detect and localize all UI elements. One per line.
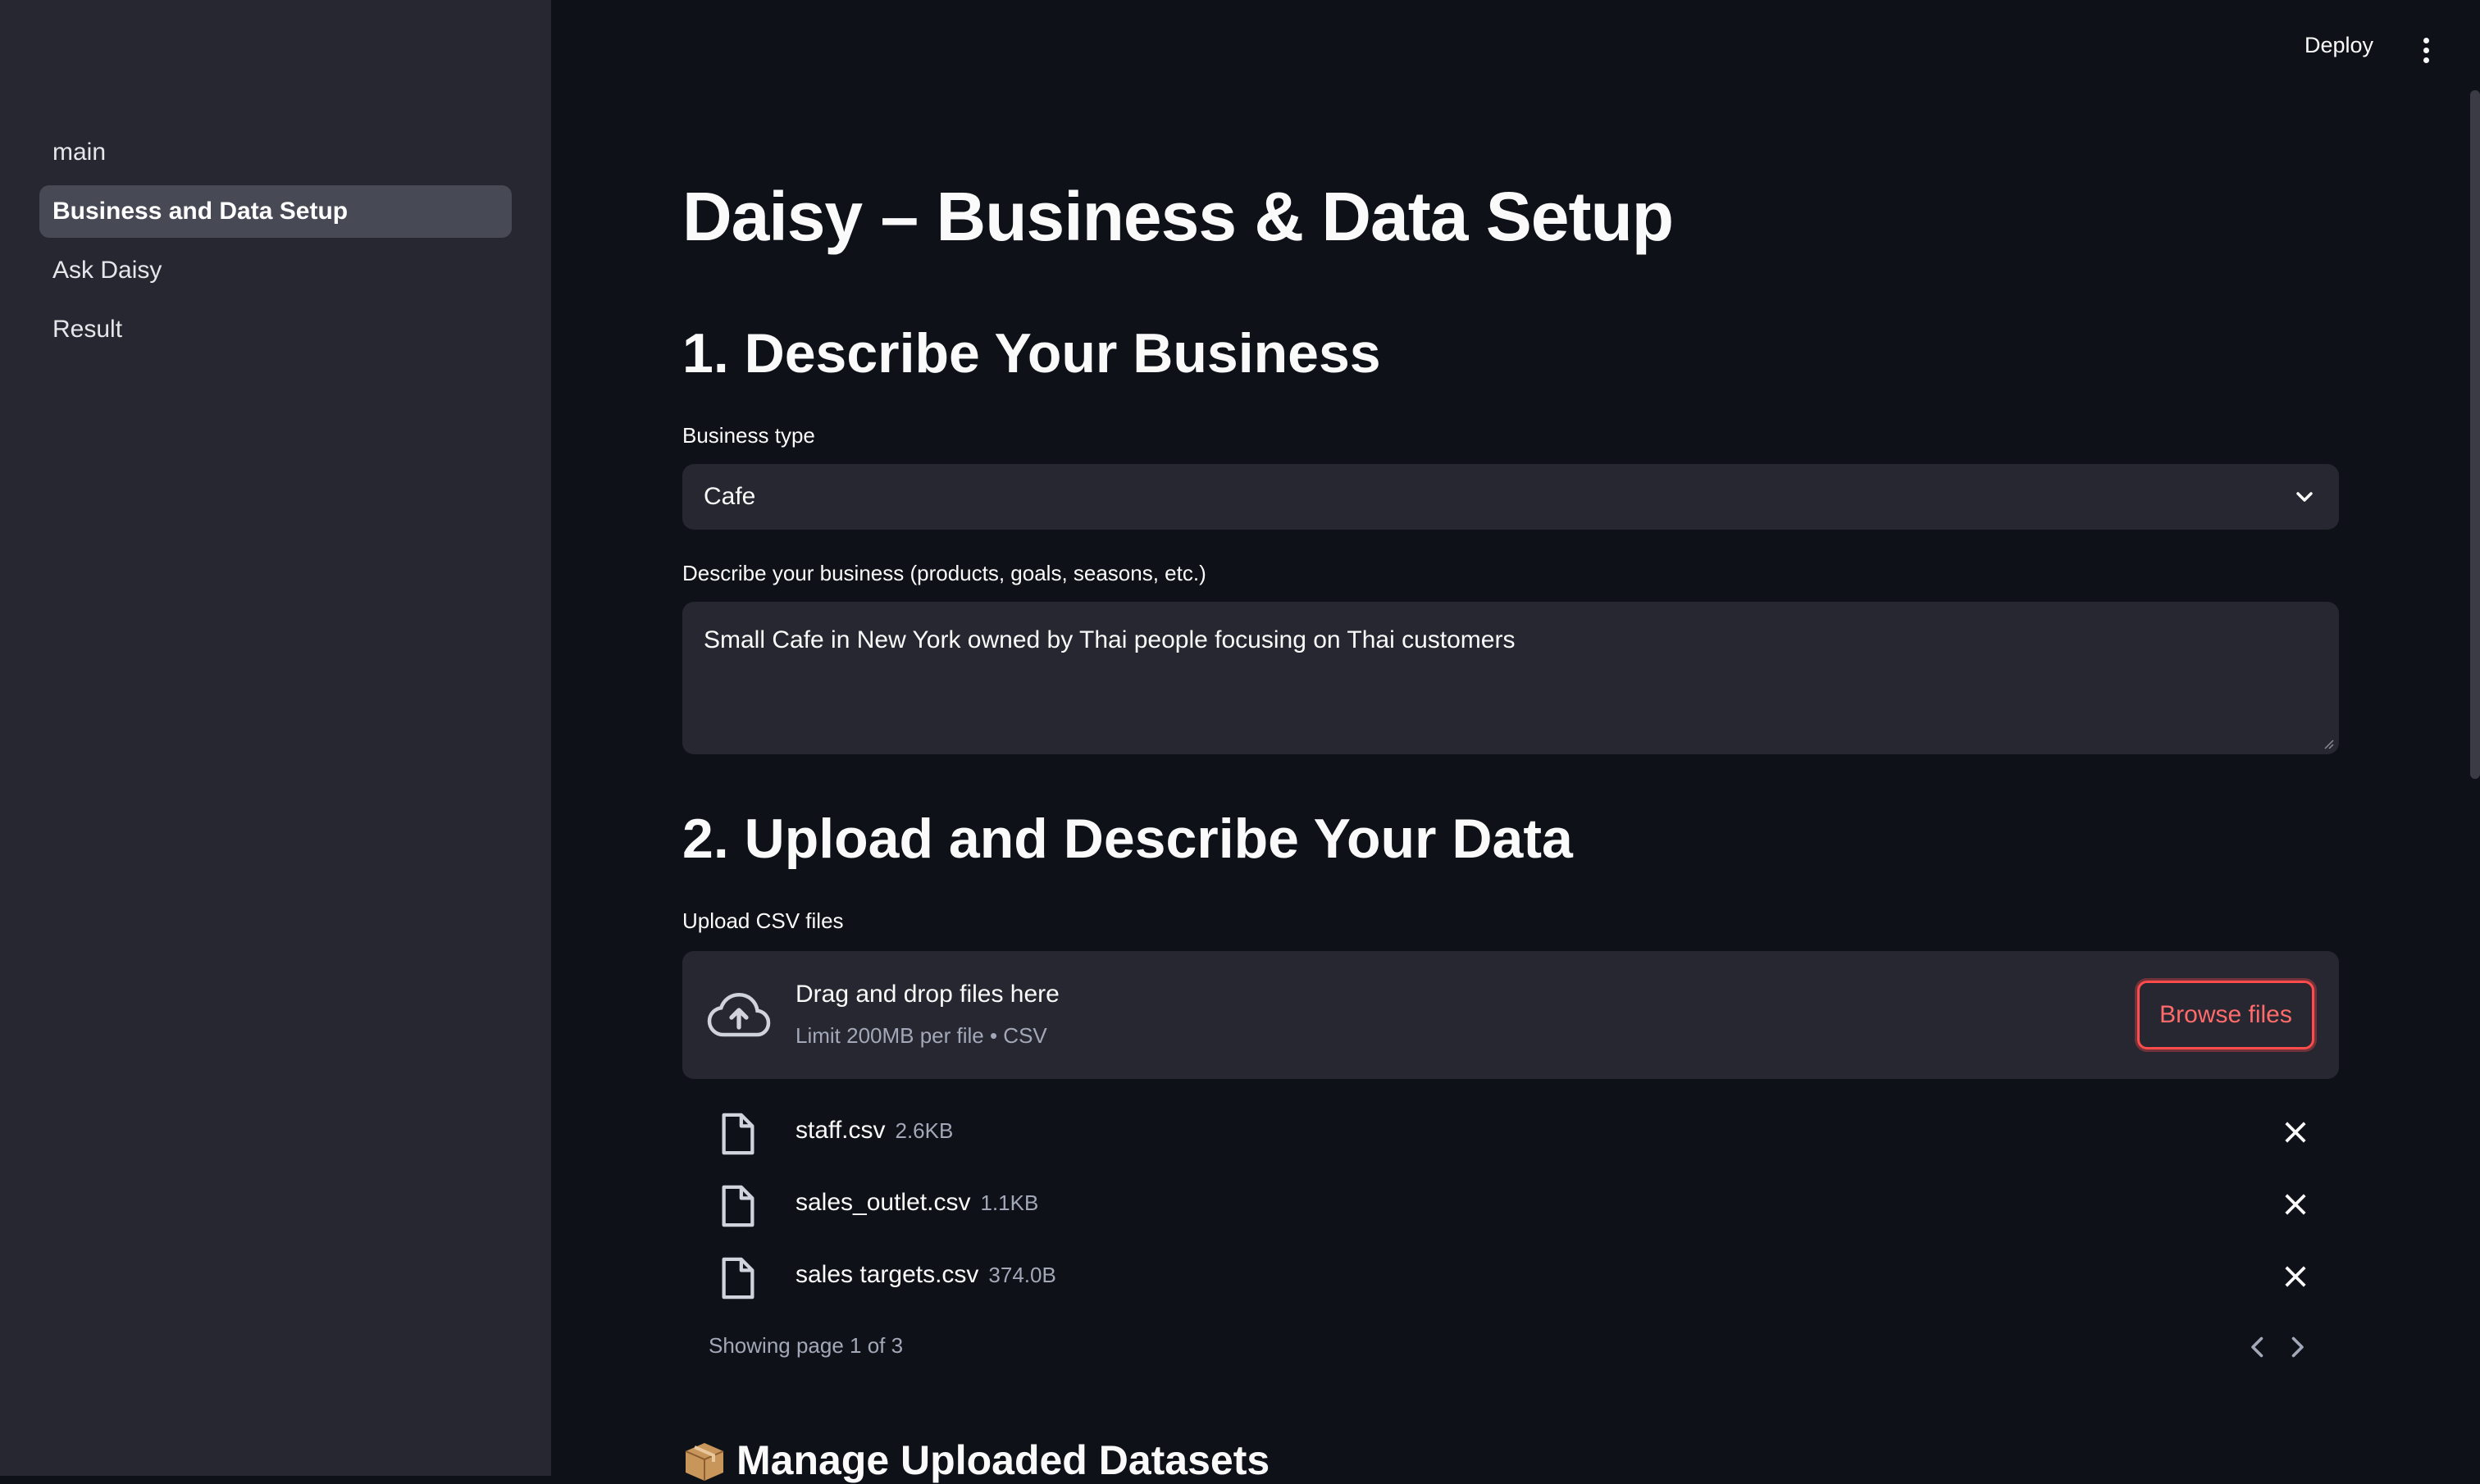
section-heading-business: 1. Describe Your Business	[682, 322, 1381, 385]
sidebar: main Business and Data Setup Ask Daisy R…	[0, 0, 551, 1476]
pagination-text: Showing page 1 of 3	[709, 1333, 904, 1358]
deploy-button[interactable]: Deploy	[2304, 33, 2373, 58]
dropzone-title: Drag and drop files here	[796, 981, 1060, 1008]
file-icon	[722, 1185, 754, 1227]
business-type-label: Business type	[682, 423, 815, 448]
file-icon	[722, 1113, 754, 1155]
top-bar: Deploy	[551, 0, 2480, 98]
sidebar-item-label: Result	[52, 316, 123, 343]
business-description-textarea[interactable]: Small Cafe in New York owned by Thai peo…	[682, 602, 2339, 754]
cloud-upload-icon	[707, 992, 771, 1037]
sidebar-item-result[interactable]: Result	[39, 303, 512, 356]
scrollbar[interactable]	[2470, 90, 2480, 779]
section-heading-data: 2. Upload and Describe Your Data	[682, 808, 1573, 870]
business-description-value: Small Cafe in New York owned by Thai peo…	[704, 626, 1516, 653]
browse-files-button[interactable]: Browse files	[2137, 981, 2314, 1049]
chevron-right-icon[interactable]	[2286, 1335, 2308, 1359]
business-type-select[interactable]: Cafe	[682, 464, 2339, 530]
file-size: 374.0B	[988, 1263, 1056, 1287]
chevron-left-icon[interactable]	[2247, 1335, 2268, 1359]
file-name: sales_outlet.csv	[796, 1189, 971, 1216]
uploaded-file-row: sales_outlet.csv 1.1KB	[682, 1171, 2339, 1236]
close-icon[interactable]	[2283, 1192, 2308, 1217]
upload-label: Upload CSV files	[682, 908, 844, 933]
resize-handle-icon[interactable]	[2323, 738, 2334, 749]
sidebar-item-label: Ask Daisy	[52, 257, 162, 284]
uploaded-file-row: sales targets.csv 374.0B	[682, 1243, 2339, 1309]
manage-heading-text: Manage Uploaded Datasets	[736, 1437, 1270, 1483]
business-description-label: Describe your business (products, goals,…	[682, 561, 1206, 585]
business-type-value: Cafe	[704, 483, 756, 510]
file-name: staff.csv	[796, 1117, 886, 1144]
sidebar-item-business-and-data-setup[interactable]: Business and Data Setup	[39, 185, 512, 238]
file-icon	[722, 1257, 754, 1300]
chevron-down-icon	[2296, 492, 2313, 502]
sidebar-nav: main Business and Data Setup Ask Daisy R…	[39, 126, 512, 362]
sidebar-item-main[interactable]: main	[39, 126, 512, 179]
close-icon[interactable]	[2283, 1264, 2308, 1289]
file-size: 2.6KB	[895, 1118, 954, 1143]
file-name: sales targets.csv	[796, 1261, 979, 1288]
close-icon[interactable]	[2283, 1120, 2308, 1145]
file-size: 1.1KB	[980, 1190, 1039, 1215]
dropzone-subtitle: Limit 200MB per file • CSV	[796, 1023, 1047, 1048]
page-title: Daisy – Business & Data Setup	[682, 178, 1674, 255]
uploaded-file-row: staff.csv 2.6KB	[682, 1099, 2339, 1164]
sidebar-item-label: main	[52, 139, 107, 166]
kebab-menu-icon[interactable]	[2421, 38, 2431, 64]
file-dropzone[interactable]: Drag and drop files here Limit 200MB per…	[682, 951, 2339, 1079]
sidebar-item-label: Business and Data Setup	[52, 198, 349, 225]
sidebar-item-ask-daisy[interactable]: Ask Daisy	[39, 244, 512, 297]
section-heading-manage: Manage Uploaded Datasets	[682, 1436, 1270, 1484]
